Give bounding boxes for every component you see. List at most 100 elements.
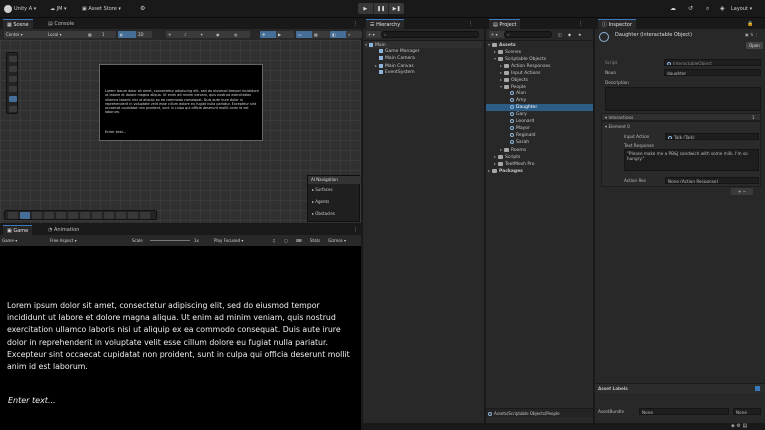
shortcuts-icon[interactable]: ⌨ xyxy=(294,237,308,244)
assetbundle-variant-dropdown[interactable]: None xyxy=(733,408,761,415)
project-tree-row[interactable]: ▸ Scenes xyxy=(494,48,591,55)
play-mode-dropdown[interactable]: Play Focused ▾ xyxy=(212,237,268,244)
inspector-lock-icon[interactable]: 🔒 xyxy=(743,19,757,29)
game-panel-menu-icon[interactable]: ⋮ xyxy=(349,225,362,235)
tool-12-icon[interactable] xyxy=(140,212,150,219)
project-tree-row[interactable]: Reginald xyxy=(510,132,591,139)
game-input-placeholder[interactable]: Enter text... xyxy=(8,396,56,405)
hidden-objects-icon[interactable]: ◉ xyxy=(214,31,232,38)
scale-tool-icon[interactable] xyxy=(9,86,17,92)
tool-8-icon[interactable] xyxy=(92,212,102,219)
project-tree-row[interactable]: ▸ Packages xyxy=(488,167,591,174)
create-button[interactable]: + ▾ xyxy=(366,31,382,38)
project-tree-row[interactable]: Mayor xyxy=(510,125,591,132)
search-icon[interactable]: ⌕ xyxy=(706,4,709,14)
step-button[interactable]: ▶❚ xyxy=(389,3,404,14)
tool-2-icon[interactable] xyxy=(20,212,30,219)
cloud-services-icon[interactable]: ☁ xyxy=(670,4,676,14)
display-dropdown[interactable]: Game ▾ xyxy=(0,237,48,244)
dialog-input-placeholder[interactable]: Enter text... xyxy=(105,130,126,134)
project-tree-row-selected[interactable]: Daughter xyxy=(486,104,593,111)
maximize-icon[interactable]: ▢ xyxy=(282,237,294,244)
project-menu-icon[interactable]: ⋮ xyxy=(574,19,587,29)
inspector-menu-icons[interactable]: ▣ ⇅ ⋮ xyxy=(745,32,759,37)
element-0-foldout[interactable]: ▾ Element 0 xyxy=(605,124,630,129)
rect-tool-icon[interactable] xyxy=(9,96,17,102)
project-create-button[interactable]: + ▾ xyxy=(489,31,505,38)
settings-icon[interactable]: ⚙ xyxy=(140,4,145,14)
project-tree-row[interactable]: Gary xyxy=(510,111,591,118)
tool-9-icon[interactable] xyxy=(104,212,114,219)
project-tree-row[interactable]: Alan xyxy=(510,90,591,97)
hierarchy-item[interactable]: Main Camera xyxy=(375,55,482,62)
pause-button[interactable]: ❚❚ xyxy=(374,3,390,14)
mute-audio-icon[interactable]: ♫ xyxy=(270,237,282,244)
overflow-icon[interactable]: » xyxy=(346,31,362,38)
tool-6-icon[interactable] xyxy=(68,212,78,219)
account-button[interactable]: Unity A ▾ xyxy=(4,4,36,14)
list-add-remove-buttons[interactable]: + − xyxy=(731,188,753,195)
tab-animation[interactable]: ◔ Animation xyxy=(44,225,83,235)
ai-nav-item-agents[interactable]: ▸ Agents xyxy=(312,199,329,204)
asset-store-button[interactable]: ▣ Asset Store ▾ xyxy=(82,4,121,14)
project-tree-row[interactable]: ▾ People xyxy=(500,83,591,90)
project-tree-row[interactable]: ▸ Scripts xyxy=(494,153,591,160)
stats-button[interactable]: Stats xyxy=(308,237,328,244)
noun-field[interactable]: daughter xyxy=(664,69,761,76)
gizmos-dropdown[interactable]: Gizmos ▾ xyxy=(326,237,364,244)
tab-inspector[interactable]: ⓘ Inspector xyxy=(598,19,636,30)
project-tree-row[interactable]: ▸ Rooms xyxy=(500,146,591,153)
project-tree-row[interactable]: ▾ Scriptable Objects xyxy=(494,55,591,62)
action-response-field[interactable]: None (Action Response) xyxy=(665,177,759,184)
panel-menu-icon[interactable]: ⋮ xyxy=(349,19,362,29)
pivot-mode-dropdown[interactable]: Center ▾ xyxy=(4,31,48,38)
label-tag-icon[interactable] xyxy=(755,386,760,391)
open-button[interactable]: Open xyxy=(746,42,763,49)
play-button[interactable]: ▶ xyxy=(358,3,374,14)
hierarchy-item[interactable]: EventSystem xyxy=(375,69,482,76)
favorite-icon[interactable]: ★ xyxy=(576,31,588,38)
tab-console[interactable]: ▤ Console xyxy=(44,19,78,29)
gizmos-icon[interactable]: ◍ xyxy=(232,31,250,38)
aspect-dropdown[interactable]: Free Aspect ▾ xyxy=(48,237,122,244)
hierarchy-item[interactable]: ▸ Main Canvas xyxy=(375,62,482,69)
move-tool-icon[interactable] xyxy=(9,66,17,72)
tool-4-icon[interactable] xyxy=(44,212,54,219)
project-tree-row[interactable]: Sarah xyxy=(510,139,591,146)
hand-tool-icon[interactable] xyxy=(9,56,17,62)
game-view[interactable]: Lorem ipsum dolor sit amet, consectetur … xyxy=(0,246,361,430)
project-tree-row[interactable]: ▸ Input Actions xyxy=(500,69,591,76)
grid-toggle-icon[interactable]: ▦ xyxy=(312,31,330,38)
tool-11-icon[interactable] xyxy=(128,212,138,219)
transform-tool-icon[interactable] xyxy=(9,106,17,112)
description-textarea[interactable] xyxy=(605,87,761,111)
snap-value-field[interactable]: 1 xyxy=(100,31,116,38)
assetbundle-dropdown[interactable]: None xyxy=(639,408,729,415)
hierarchy-lock-icon[interactable]: ⋮ xyxy=(464,19,477,29)
project-tree-row[interactable]: Leonard xyxy=(510,118,591,125)
project-tree-row[interactable]: ▸ TextMesh Pro xyxy=(494,160,591,167)
ai-nav-item-obstacles[interactable]: ▸ Obstacles xyxy=(312,211,335,216)
project-tree-row[interactable]: ▸ Action Responses xyxy=(500,62,591,69)
hierarchy-item[interactable]: Game Manager xyxy=(375,48,482,55)
layers-icon[interactable]: ◈ xyxy=(720,4,725,14)
status-icons[interactable]: ◈ ⚙ ▤ xyxy=(731,423,747,429)
layout-dropdown[interactable]: Layout ▾ xyxy=(731,4,752,14)
mode-2d-toggle[interactable]: 2D xyxy=(136,31,152,38)
hierarchy-search-input[interactable]: ⌕ xyxy=(381,31,479,38)
pivot-space-dropdown[interactable]: Local ▾ xyxy=(46,31,88,38)
text-response-textarea[interactable]: "Please make me a PB&J sandwich with som… xyxy=(624,149,759,171)
rotate-tool-icon[interactable] xyxy=(9,76,17,82)
scale-slider[interactable] xyxy=(150,240,190,241)
tool-3-icon[interactable] xyxy=(32,212,42,219)
ai-nav-item-surfaces[interactable]: ▸ Surfaces xyxy=(312,187,333,192)
cloud-menu-button[interactable]: ☁ JM ▾ xyxy=(50,4,67,14)
interactions-foldout[interactable]: ▾ Interactions 1 xyxy=(601,113,761,121)
shading-mode-button[interactable]: ◐ xyxy=(118,31,136,38)
camera-icon[interactable]: ▶ xyxy=(276,31,294,38)
history-icon[interactable]: ↺ xyxy=(688,4,693,14)
project-tree-row[interactable]: ▾ Assets xyxy=(488,41,591,48)
project-search-input[interactable]: ⌕ xyxy=(504,31,552,38)
input-action-field[interactable]: Talk (Talk) xyxy=(665,133,759,140)
hierarchy-root-row[interactable]: ▾ Main xyxy=(365,41,482,48)
